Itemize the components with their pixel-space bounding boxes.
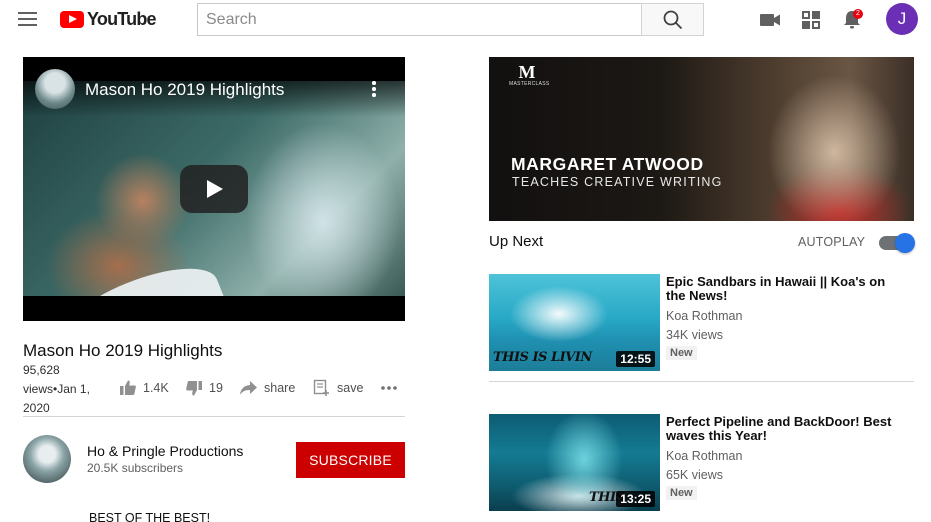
player-bottom-bar <box>23 296 405 321</box>
ad-brand-name: MASTERCLASS <box>509 81 550 87</box>
thumbs-up-icon <box>120 380 136 395</box>
ad-headline: MARGARET ATWOOD <box>511 154 704 174</box>
search-icon <box>663 10 683 30</box>
up-next-divider <box>489 381 914 382</box>
player-channel-avatar[interactable] <box>35 69 75 109</box>
search-input[interactable] <box>197 3 642 36</box>
view-count-and-date: 95,628 views•Jan 1, 2020 <box>23 363 90 415</box>
user-avatar[interactable]: J <box>886 3 918 35</box>
channel-name[interactable]: Ho & Pringle Productions <box>87 443 243 459</box>
description-text: BEST OF THE BEST! <box>89 511 211 522</box>
up-next-heading: Up Next <box>489 233 544 250</box>
hamburger-menu-icon[interactable] <box>17 10 39 28</box>
suggested-video-card[interactable]: THIS 13:25 Perfect Pipeline and BackDoor… <box>489 414 914 511</box>
subscribe-button[interactable]: SUBSCRIBE <box>296 442 405 478</box>
channel-avatar[interactable] <box>23 435 71 483</box>
more-options-icon[interactable] <box>366 81 382 101</box>
video-player[interactable]: Mason Ho 2019 Highlights <box>23 57 405 321</box>
notification-count-badge: 2 <box>853 9 863 19</box>
video-thumbnail[interactable]: THIS IS LIVIN 12:55 <box>489 274 660 371</box>
save-playlist-icon <box>313 379 329 396</box>
up-next-video-card[interactable]: THIS IS LIVIN 12:55 Epic Sandbars in Haw… <box>489 274 914 371</box>
share-arrow-icon <box>240 381 257 395</box>
youtube-logo[interactable]: YouTube <box>60 8 157 29</box>
video-card-title[interactable]: Perfect Pipeline and BackDoor! Best wave… <box>666 415 906 443</box>
video-card-channel[interactable]: Koa Rothman <box>666 449 742 463</box>
search-button[interactable] <box>641 3 704 36</box>
new-badge: New <box>666 486 697 500</box>
dislike-count: 19 <box>209 381 223 395</box>
autoplay-toggle-knob <box>895 233 915 253</box>
ad-subheadline: TEACHES CREATIVE WRITING <box>512 175 723 189</box>
like-button[interactable]: 1.4K <box>119 378 169 398</box>
video-card-views: 65K views <box>666 468 723 482</box>
video-duration: 12:55 <box>616 351 655 367</box>
video-card-title[interactable]: Epic Sandbars in Hawaii || Koa's on the … <box>666 275 906 303</box>
thumbnail-watermark-text: THIS IS LIVIN <box>493 350 592 365</box>
dislike-button[interactable]: 19 <box>185 378 223 398</box>
like-count: 1.4K <box>143 381 169 395</box>
subscriber-count: 20.5K subscribers <box>87 461 184 475</box>
youtube-play-logo-icon <box>60 10 84 28</box>
new-badge: New <box>666 346 697 360</box>
video-thumbnail[interactable]: THIS 13:25 <box>489 414 660 511</box>
play-button-icon[interactable] <box>180 165 248 213</box>
share-button[interactable]: share <box>239 378 295 398</box>
masterclass-ad-banner[interactable]: M MASTERCLASS MARGARET ATWOOD TEACHES CR… <box>489 57 914 221</box>
autoplay-label: AUTOPLAY <box>798 235 866 249</box>
video-card-channel[interactable]: Koa Rothman <box>666 309 742 323</box>
apps-grid-icon[interactable] <box>799 8 823 32</box>
save-label: save <box>337 381 364 395</box>
video-title: Mason Ho 2019 Highlights <box>23 341 223 360</box>
more-horizontal-icon <box>381 386 397 390</box>
share-label: share <box>264 381 296 395</box>
save-button[interactable]: save <box>313 378 363 398</box>
video-card-views: 34K views <box>666 328 723 342</box>
info-divider <box>23 416 405 417</box>
video-duration: 13:25 <box>616 491 655 507</box>
autoplay-toggle[interactable] <box>879 233 915 253</box>
create-video-icon[interactable] <box>758 8 782 32</box>
thumbs-down-icon <box>186 381 202 396</box>
masthead: YouTube 2 J <box>0 0 931 40</box>
player-title[interactable]: Mason Ho 2019 Highlights <box>85 80 284 100</box>
masterclass-logo: M MASTERCLASS <box>509 62 550 87</box>
logo-text: YouTube <box>87 8 157 29</box>
ad-brand-mark: M <box>518 62 536 82</box>
more-actions-button[interactable] <box>380 378 404 398</box>
